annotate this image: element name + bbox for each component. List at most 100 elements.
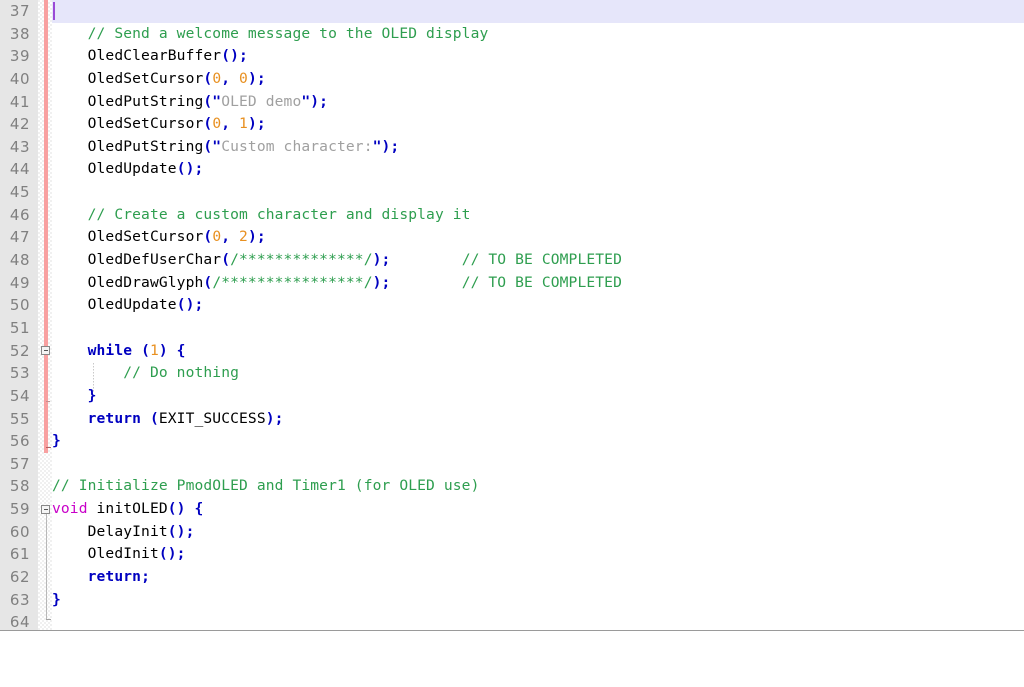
token-blk: } [52, 386, 97, 404]
token-pun: ( [203, 273, 213, 291]
line-text[interactable]: OledInit(); [52, 543, 186, 566]
token-id: OledPutString [52, 92, 204, 110]
code-line-43[interactable]: 43 OledPutString("Custom character:"); [0, 136, 1024, 159]
token-pun: (); [158, 545, 186, 563]
code-line-37[interactable]: 37 [0, 0, 1024, 23]
line-text[interactable]: // Do nothing [52, 362, 239, 385]
token-pun: (); [176, 160, 204, 178]
code-line-51[interactable]: 51 [0, 317, 1024, 340]
code-line-52[interactable]: 52 while (1) { [0, 340, 1024, 363]
line-text[interactable]: } [52, 430, 61, 453]
line-number: 40 [9, 69, 30, 88]
line-text[interactable]: OledSetCursor(0, 0); [52, 68, 266, 91]
token-star: /****************/ [212, 273, 373, 291]
token-blk: } [52, 432, 61, 450]
code-line-45[interactable]: 45 [0, 181, 1024, 204]
token-str: OLED demo [221, 92, 302, 110]
line-number: 46 [9, 205, 30, 224]
code-line-56[interactable]: 56 } [0, 430, 1024, 453]
token-cmt: // Initialize PmodOLED and Timer1 (for O… [52, 477, 480, 495]
line-number: 52 [9, 341, 30, 360]
line-text[interactable]: OledUpdate(); [52, 294, 204, 317]
line-number: 61 [9, 545, 30, 564]
line-number: 63 [9, 590, 30, 609]
token-id: OledSetCursor [52, 228, 204, 246]
token-id [230, 228, 239, 245]
code-line-58[interactable]: 58 // Initialize PmodOLED and Timer1 (fo… [0, 475, 1024, 498]
token-num: 0 [212, 228, 222, 246]
token-id: OledSetCursor [52, 69, 204, 87]
line-number: 44 [9, 160, 30, 179]
line-number: 41 [9, 92, 30, 111]
code-line-46[interactable]: 46 // Create a custom character and disp… [0, 204, 1024, 227]
code-line-53[interactable]: 53 // Do nothing [0, 362, 1024, 385]
token-cmt: // TO BE COMPLETED [461, 251, 622, 269]
line-text[interactable]: OledDrawGlyph(/****************/); // TO… [52, 272, 622, 295]
token-kw: while [52, 341, 133, 359]
token-id: DelayInit [52, 522, 168, 540]
token-num: 2 [239, 228, 248, 246]
line-number: 42 [9, 115, 30, 134]
line-number: 49 [9, 273, 30, 292]
code-lines: 37 38 // Send a welcome message to the O… [0, 0, 1024, 634]
token-id [230, 70, 239, 87]
code-line-39[interactable]: 39 OledClearBuffer(); [0, 45, 1024, 68]
token-pun: ( [203, 228, 213, 246]
line-text[interactable]: while (1) { [52, 340, 186, 363]
token-id [390, 251, 461, 268]
line-text[interactable]: } [52, 385, 97, 408]
code-line-62[interactable]: 62 return; [0, 566, 1024, 589]
code-line-41[interactable]: 41 OledPutString("OLED demo"); [0, 91, 1024, 114]
code-line-48[interactable]: 48 OledDefUserChar(/**************/); //… [0, 249, 1024, 272]
token-pun: (); [221, 47, 248, 65]
line-text[interactable]: // Initialize PmodOLED and Timer1 (for O… [52, 475, 480, 498]
token-id: OledInit [52, 545, 159, 563]
code-line-49[interactable]: 49 OledDrawGlyph(/****************/); //… [0, 272, 1024, 295]
line-text[interactable]: OledSetCursor(0, 1); [52, 113, 266, 136]
code-line-38[interactable]: 38 // Send a welcome message to the OLED… [0, 23, 1024, 46]
line-text[interactable]: return; [52, 566, 150, 589]
line-text[interactable]: OledClearBuffer(); [52, 45, 248, 68]
line-number: 50 [9, 296, 30, 315]
token-id [141, 410, 150, 427]
code-line-50[interactable]: 50 OledUpdate(); [0, 294, 1024, 317]
code-line-54[interactable]: 54 } [0, 385, 1024, 408]
line-text[interactable]: return (EXIT_SUCCESS); [52, 408, 284, 431]
line-number: 37 [9, 2, 30, 20]
line-text[interactable]: } [52, 589, 61, 612]
token-blk: } [52, 590, 61, 608]
code-line-63[interactable]: 63 } [0, 589, 1024, 612]
code-line-44[interactable]: 44 OledUpdate(); [0, 158, 1024, 181]
line-text[interactable]: DelayInit(); [52, 521, 195, 544]
line-text[interactable]: OledUpdate(); [52, 158, 204, 181]
token-pun: ); [372, 273, 391, 291]
token-id: OledSetCursor [52, 115, 204, 133]
code-line-57[interactable]: 57 [0, 453, 1024, 476]
token-id: initOLED [87, 500, 168, 518]
line-number: 39 [9, 47, 30, 66]
code-line-42[interactable]: 42 OledSetCursor(0, 1); [0, 113, 1024, 136]
code-editor[interactable]: 37 38 // Send a welcome message to the O… [0, 0, 1024, 631]
line-number: 45 [9, 183, 30, 202]
code-line-61[interactable]: 61 OledInit(); [0, 543, 1024, 566]
line-text[interactable]: OledPutString("OLED demo"); [52, 91, 328, 114]
line-number: 47 [9, 228, 30, 247]
code-line-47[interactable]: 47 OledSetCursor(0, 2); [0, 226, 1024, 249]
code-line-60[interactable]: 60 DelayInit(); [0, 521, 1024, 544]
current-line-highlight [52, 0, 1024, 23]
line-number: 62 [9, 568, 30, 587]
line-text[interactable]: OledSetCursor(0, 2); [52, 226, 266, 249]
line-number: 56 [9, 432, 30, 451]
token-id: OledDrawGlyph [52, 273, 204, 291]
line-text[interactable]: void initOLED() { [52, 498, 203, 521]
code-line-40[interactable]: 40 OledSetCursor(0, 0); [0, 68, 1024, 91]
code-line-55[interactable]: 55 return (EXIT_SUCCESS); [0, 408, 1024, 431]
token-pun: (); [176, 296, 204, 314]
token-kw: return [52, 568, 142, 586]
line-text[interactable]: // Send a welcome message to the OLED di… [52, 23, 489, 46]
code-line-59[interactable]: 59 void initOLED() { [0, 498, 1024, 521]
line-text[interactable]: OledDefUserChar(/**************/); // TO… [52, 249, 622, 272]
line-text[interactable]: // Create a custom character and display… [52, 204, 471, 227]
line-number: 55 [9, 409, 30, 428]
line-text[interactable]: OledPutString("Custom character:"); [52, 136, 400, 159]
